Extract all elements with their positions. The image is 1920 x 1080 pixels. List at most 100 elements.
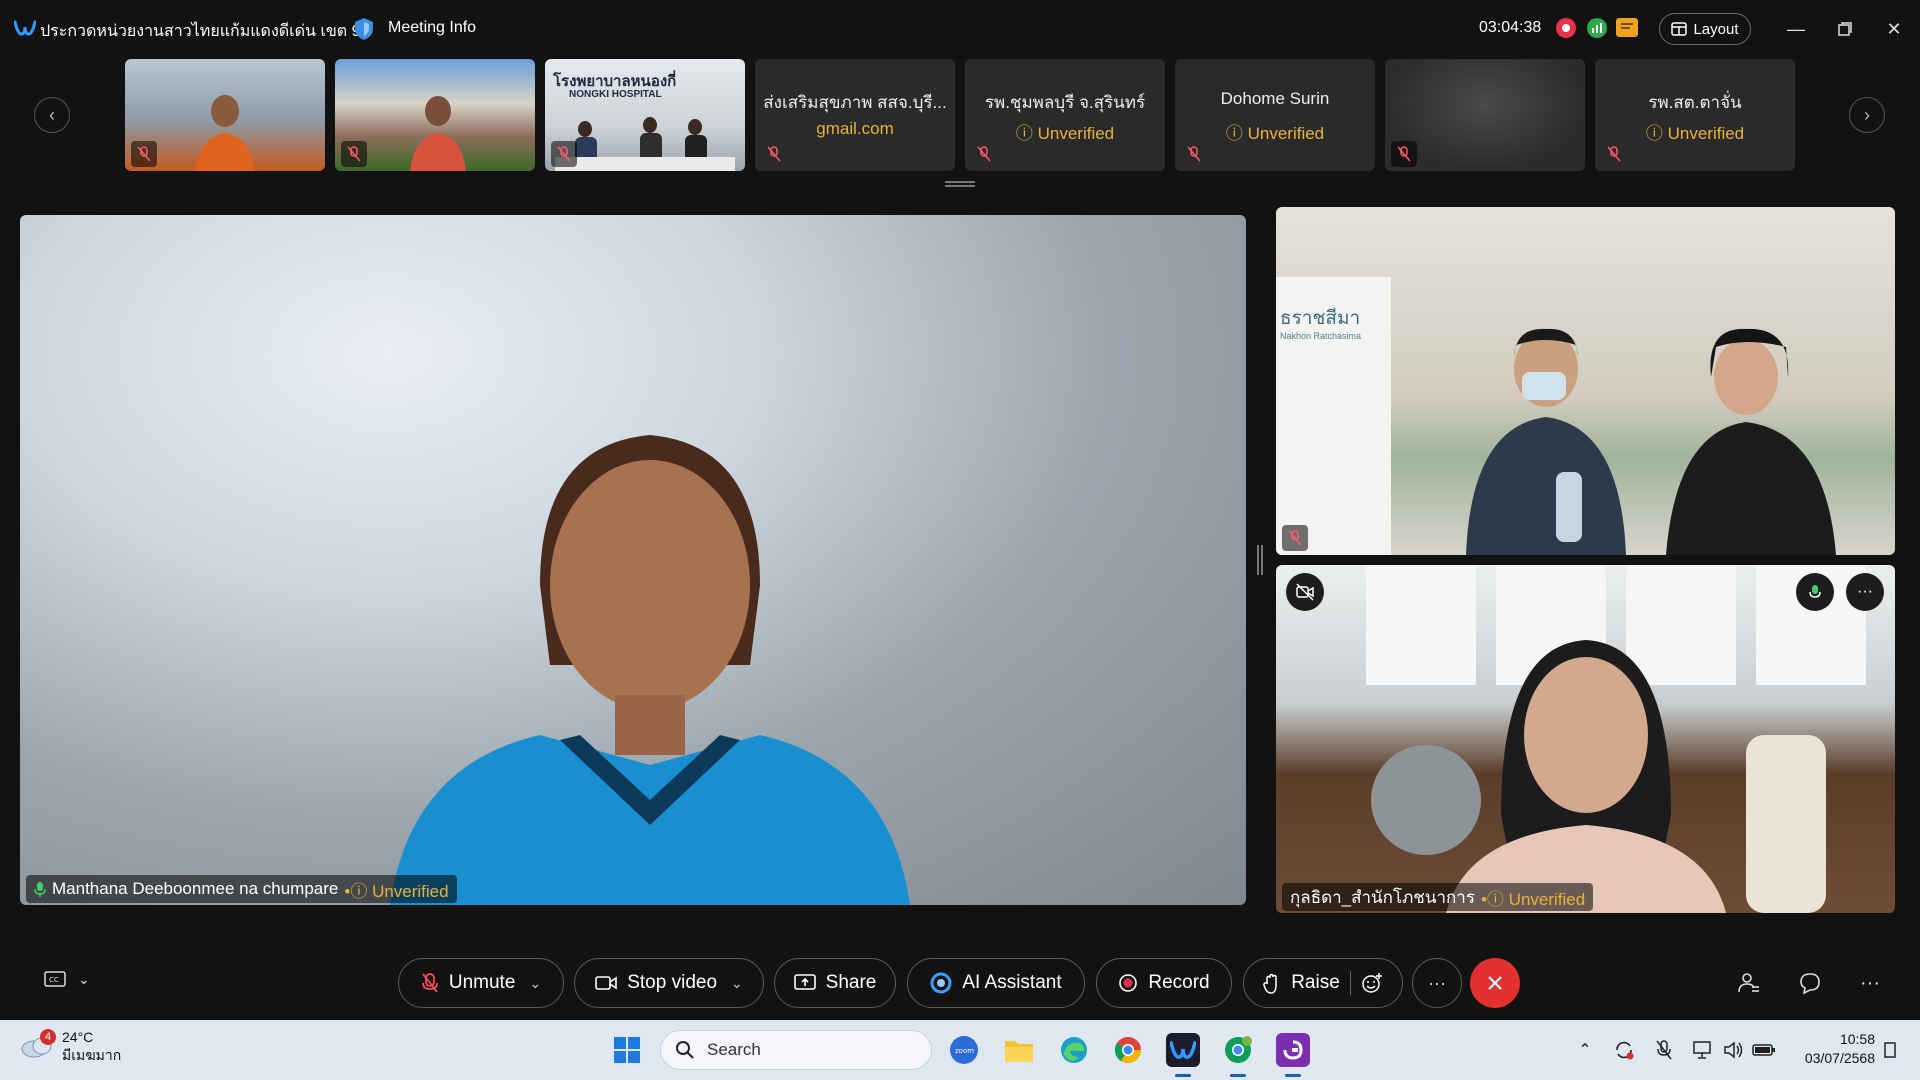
taskbar-search-box[interactable]: Search: [660, 1030, 932, 1070]
muted-mic-icon: [1391, 141, 1417, 167]
unverified-badge: ⓘ Unverified: [1015, 124, 1115, 143]
record-button[interactable]: Record: [1096, 958, 1232, 1008]
stage-resize-handle[interactable]: [1257, 545, 1263, 575]
chat-icon[interactable]: [1795, 968, 1825, 998]
raise-label: Raise: [1291, 972, 1340, 993]
reactions-icon[interactable]: [1361, 972, 1383, 994]
stop-video-button[interactable]: Stop video ⌄: [574, 958, 764, 1008]
muted-mic-icon: [761, 141, 787, 167]
network-health-icon[interactable]: [1587, 18, 1607, 38]
muted-mic-icon: [1181, 141, 1207, 167]
edge-browser-icon[interactable]: [1057, 1033, 1091, 1067]
raise-hand-button[interactable]: Raise: [1243, 958, 1403, 1008]
mic-muted-tray-icon[interactable]: [1652, 1038, 1676, 1062]
more-options-icon[interactable]: ···: [1412, 958, 1462, 1008]
unverified-badge: ⓘ Unverified: [1225, 124, 1325, 143]
sync-icon[interactable]: [1612, 1038, 1636, 1062]
video-more-options-icon[interactable]: ···: [1846, 573, 1884, 611]
participant-thumb-8[interactable]: รพ.สต.ตาจั่น ⓘ Unverified: [1595, 59, 1795, 171]
side-video-2-people: [1366, 565, 1866, 913]
raise-hand-icon: [1263, 973, 1277, 994]
side-video-tile-2[interactable]: ··· กุลธิดา_สำนักโภชนาการ •ⓘ Unverified: [1276, 565, 1895, 913]
chevron-down-icon[interactable]: ⌄: [78, 971, 90, 988]
participants-icon[interactable]: [1734, 968, 1764, 998]
chrome-profile-icon[interactable]: [1221, 1033, 1255, 1077]
unverified-badge: •ⓘ Unverified: [1480, 889, 1586, 909]
chat-notification-icon[interactable]: [1616, 18, 1638, 37]
active-mic-icon[interactable]: [1796, 573, 1834, 611]
stop-video-label: Stop video: [627, 972, 718, 993]
layout-icon: [1671, 22, 1688, 36]
filmstrip-prev-icon[interactable]: ‹: [34, 97, 70, 133]
network-icon[interactable]: [1692, 1038, 1716, 1062]
notification-icon[interactable]: [1878, 1038, 1902, 1062]
closed-captions-icon: CC: [44, 971, 66, 987]
webex-logo-icon: [14, 20, 36, 36]
windows-start-icon[interactable]: [610, 1033, 644, 1067]
unverified-badge: ⓘ Unverified: [1645, 124, 1745, 143]
recording-indicator-icon[interactable]: [1556, 18, 1576, 38]
windows-taskbar: 4 24°C มีเมฆมาก Search zoom ⌃ 10:58 03/0…: [0, 1020, 1920, 1080]
clock-date: 03/07/2568: [1804, 1050, 1875, 1066]
participant-thumb-5[interactable]: รพ.ชุมพลบุรี จ.สุรินทร์ ⓘ Unverified: [965, 59, 1165, 171]
participant-thumb-3[interactable]: โรงพยาบาลหนองกี่ NONGKI HOSPITAL: [545, 59, 745, 171]
meeting-timer: 03:04:38: [1479, 19, 1542, 36]
participant-thumb-1[interactable]: [125, 59, 325, 171]
participant-name: รพ.ชุมพลบุรี จ.สุรินทร์: [984, 93, 1146, 112]
participant-name: ส่งเสริมสุขภาพ สสจ.บุรี...: [763, 93, 947, 112]
layout-button[interactable]: Layout: [1659, 13, 1751, 45]
unverified-badge: •ⓘ Unverified: [344, 881, 449, 901]
speaker-name-tag: Manthana Deeboonmee na chumpare •ⓘ Unver…: [26, 875, 457, 903]
chrome-browser-icon[interactable]: [1111, 1033, 1145, 1067]
banner-sub: Nakhon Ratchasima: [1280, 331, 1362, 341]
captions-button[interactable]: CC ⌄: [44, 970, 90, 988]
mic-on-icon: [34, 882, 46, 897]
chevron-down-icon[interactable]: ⌄: [731, 975, 743, 992]
participant-thumb-7[interactable]: [1385, 59, 1585, 171]
file-explorer-icon[interactable]: [1002, 1033, 1036, 1067]
shield-icon[interactable]: [353, 17, 375, 41]
pdf-app-icon[interactable]: [1276, 1033, 1310, 1077]
close-icon: [1488, 976, 1502, 990]
ai-assistant-label: AI Assistant: [962, 972, 1062, 993]
title-bar: ประกวดหน่วยงานสาวไทยแก้มแดงดีเด่น เขต 9 …: [0, 0, 1920, 58]
side-video-tile-1[interactable]: ธราชสีมา Nakhon Ratchasima: [1276, 207, 1895, 555]
search-icon: [676, 1041, 694, 1059]
participant-video-1: [195, 95, 255, 171]
leave-meeting-button[interactable]: [1470, 958, 1520, 1008]
muted-mic-icon: [341, 141, 367, 167]
participant-thumb-4[interactable]: ส่งเสริมสุขภาพ สสจ.บุรี... gmail.com: [755, 59, 955, 171]
muted-mic-icon: [971, 141, 997, 167]
more-panels-icon[interactable]: ···: [1855, 968, 1885, 998]
restore-icon[interactable]: [1830, 14, 1860, 44]
participant-thumb-2[interactable]: [335, 59, 535, 171]
ai-assistant-button[interactable]: AI Assistant: [907, 958, 1085, 1008]
participant-name: รพ.สต.ตาจั่น: [1648, 93, 1742, 112]
volume-icon[interactable]: [1722, 1038, 1746, 1062]
unmute-label: Unmute: [448, 972, 516, 993]
minimize-icon[interactable]: —: [1781, 14, 1811, 44]
filmstrip-next-icon[interactable]: ›: [1849, 97, 1885, 133]
share-button[interactable]: Share: [774, 958, 896, 1008]
system-clock[interactable]: 10:58 03/07/2568: [1793, 1030, 1875, 1068]
filmstrip-resize-handle[interactable]: [945, 181, 975, 187]
unmute-button[interactable]: Unmute ⌄: [398, 958, 564, 1008]
video-off-icon[interactable]: [1286, 573, 1324, 611]
chevron-up-icon[interactable]: ⌃: [1573, 1038, 1597, 1062]
muted-mic-icon: [421, 973, 438, 993]
battery-icon[interactable]: [1752, 1038, 1776, 1062]
meeting-info-link[interactable]: Meeting Info: [388, 19, 476, 37]
close-icon[interactable]: ✕: [1879, 14, 1909, 44]
participant-name: Dohome Surin: [1220, 89, 1330, 108]
webex-app-icon[interactable]: [1166, 1033, 1200, 1077]
participant-video-3: [555, 117, 735, 171]
weather-widget[interactable]: 4 24°C มีเมฆมาก: [20, 1028, 121, 1064]
participant-email: gmail.com: [816, 119, 894, 138]
main-video-tile[interactable]: Manthana Deeboonmee na chumpare •ⓘ Unver…: [20, 215, 1246, 905]
side-video-1-people: [1466, 328, 1836, 555]
participant-name: กุลธิดา_สำนักโภชนาการ: [1290, 887, 1475, 907]
participant-thumb-6[interactable]: Dohome Surin ⓘ Unverified: [1175, 59, 1375, 171]
temperature: 24°C: [62, 1029, 94, 1045]
chevron-down-icon[interactable]: ⌄: [529, 975, 541, 992]
zoom-app-icon[interactable]: zoom: [947, 1033, 981, 1067]
